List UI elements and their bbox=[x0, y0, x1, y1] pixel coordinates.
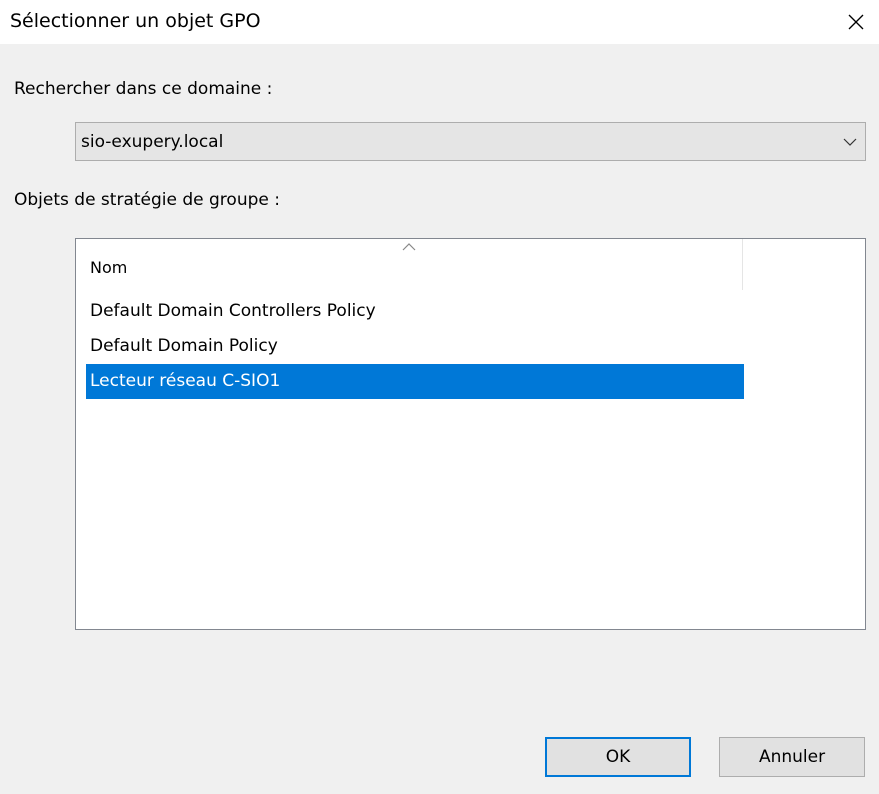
dialog-title: Sélectionner un objet GPO bbox=[10, 10, 261, 32]
list-item-label: Default Domain Policy bbox=[90, 336, 278, 356]
gpo-rows: Default Domain Controllers Policy Defaul… bbox=[86, 294, 744, 399]
close-button[interactable] bbox=[833, 0, 879, 44]
list-item[interactable]: Default Domain Policy bbox=[86, 329, 744, 364]
list-item-selected[interactable]: Lecteur réseau C-SIO1 bbox=[86, 364, 744, 399]
gpo-list-label: Objets de stratégie de groupe : bbox=[14, 190, 280, 210]
domain-select[interactable]: sio-exupery.local bbox=[75, 122, 866, 161]
domain-select-value: sio-exupery.local bbox=[81, 132, 224, 152]
sort-ascending-icon bbox=[402, 243, 416, 251]
gpo-list[interactable]: Nom Default Domain Controllers Policy De… bbox=[75, 238, 866, 630]
column-header-name[interactable]: Nom bbox=[76, 239, 743, 290]
column-header-label: Nom bbox=[90, 258, 128, 277]
title-bar: Sélectionner un objet GPO bbox=[0, 0, 879, 44]
close-icon bbox=[847, 13, 865, 31]
list-item[interactable]: Default Domain Controllers Policy bbox=[86, 294, 744, 329]
list-item-label: Default Domain Controllers Policy bbox=[90, 301, 376, 321]
ok-button[interactable]: OK bbox=[545, 737, 691, 777]
domain-label: Rechercher dans ce domaine : bbox=[14, 79, 273, 99]
cancel-button[interactable]: Annuler bbox=[719, 737, 865, 777]
select-gpo-dialog: Sélectionner un objet GPO Rechercher dan… bbox=[0, 0, 879, 794]
list-item-label: Lecteur réseau C-SIO1 bbox=[90, 371, 281, 391]
chevron-down-icon bbox=[843, 137, 857, 147]
